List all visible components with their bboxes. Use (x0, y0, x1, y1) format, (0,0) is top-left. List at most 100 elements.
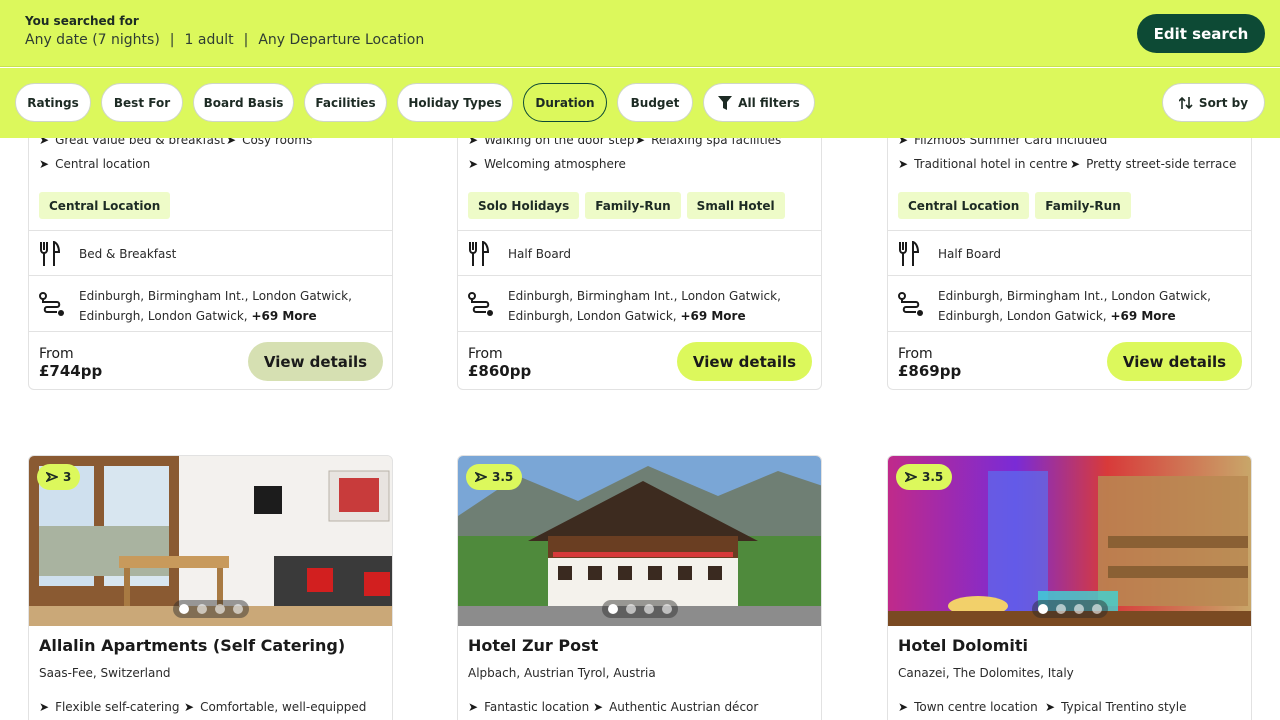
arrow-icon: ➤ (39, 700, 50, 714)
funnel-icon (718, 95, 733, 110)
airports-line: Edinburgh, London Gatwick, (508, 309, 677, 323)
hotel-name[interactable]: Hotel Dolomiti (898, 636, 1028, 655)
tag: Central Location (39, 192, 171, 219)
departure-airports: Edinburgh, Birmingham Int., London Gatwi… (39, 286, 352, 326)
feature-text: Traditional hotel in centre (914, 157, 1068, 171)
carousel-dot[interactable] (643, 604, 654, 614)
sort-by-button[interactable]: Sort by (1162, 83, 1265, 122)
search-guests: 1 adult (184, 32, 234, 48)
price-block: From £744pp (39, 346, 102, 380)
edit-search-button[interactable]: Edit search (1137, 14, 1265, 53)
carousel-dot[interactable] (1073, 604, 1084, 614)
tag: Solo Holidays (468, 192, 580, 219)
hotel-card: 3.5 Hotel Zur Post Alpbach, Austrian Tyr… (457, 455, 822, 720)
arrow-icon: ➤ (468, 157, 479, 171)
rating-badge: 3 (37, 464, 81, 490)
carousel-dot[interactable] (232, 604, 243, 614)
arrow-icon: ➤ (898, 700, 909, 714)
hotel-photo[interactable]: 3.5 (888, 456, 1251, 626)
rating-value: 3.5 (492, 470, 514, 484)
more-airports-link[interactable]: +69 More (251, 309, 316, 323)
hotel-name[interactable]: Hotel Zur Post (468, 636, 598, 655)
view-details-button[interactable]: View details (248, 342, 383, 381)
feature-text: Typical Trentino style (1061, 700, 1187, 714)
route-icon (898, 292, 926, 324)
carousel-dot[interactable] (661, 604, 672, 614)
more-airports-link[interactable]: +69 More (680, 309, 745, 323)
rating-badge: 3.5 (896, 464, 953, 490)
filter-chip-ratings[interactable]: Ratings (15, 83, 91, 122)
price-from-label: From (468, 346, 503, 362)
arrow-icon: ➤ (468, 700, 479, 714)
feature-item: ➤ Town centre location (898, 700, 1038, 714)
hotel-card: 3.5 Hotel Dolomiti Canazei, The Dolomite… (887, 455, 1252, 720)
feature-text: Fantastic location (484, 700, 590, 714)
more-airports-link[interactable]: +69 More (1110, 309, 1175, 323)
price-block: From £860pp (468, 346, 531, 380)
carousel-dots[interactable] (1031, 600, 1108, 618)
filter-chip-budget[interactable]: Budget (617, 83, 693, 122)
cutlery-icon (39, 241, 67, 267)
divider (458, 275, 821, 276)
tag: Family-Run (585, 192, 681, 219)
feature-text: Flexible self-catering (55, 700, 180, 714)
divider (29, 230, 392, 231)
carousel-dot[interactable] (625, 604, 636, 614)
departure-airports: Edinburgh, Birmingham Int., London Gatwi… (468, 286, 781, 326)
filter-chip-best-for[interactable]: Best For (101, 83, 183, 122)
price-from-label: From (39, 346, 74, 362)
arrow-icon: ➤ (1070, 157, 1081, 171)
search-results-page: ➤ Great value bed & breakfast ➤ Cosy rooms… (0, 0, 1280, 720)
departure-airports: Edinburgh, Birmingham Int., London Gatwi… (898, 286, 1211, 326)
search-summary-label: You searched for (25, 14, 139, 28)
board-basis: Half Board (898, 239, 1001, 269)
filter-chip-facilities[interactable]: Facilities (304, 83, 387, 122)
rating-badge: 3.5 (466, 464, 523, 490)
carousel-dot[interactable] (1037, 604, 1048, 614)
board-basis: Bed & Breakfast (39, 239, 176, 269)
feature-text: Town centre location (914, 700, 1038, 714)
carousel-dot[interactable] (178, 604, 189, 614)
board-label: Half Board (508, 247, 572, 261)
view-details-button[interactable]: View details (677, 342, 812, 381)
all-filters-button[interactable]: All filters (703, 83, 815, 122)
carousel-dots[interactable] (601, 600, 678, 618)
hotel-photo[interactable]: 3.5 (458, 456, 821, 626)
airports-line: Edinburgh, London Gatwick, (938, 309, 1107, 323)
feature-item: ➤ Central location (39, 157, 150, 171)
search-summary: Any date (7 nights) | 1 adult | Any Depa… (25, 32, 424, 48)
rating-value: 3.5 (922, 470, 944, 484)
board-basis: Half Board (468, 239, 571, 269)
feature-item: ➤ Typical Trentino style (1045, 700, 1186, 714)
carousel-dot[interactable] (1055, 604, 1066, 614)
feature-text: Welcoming atmosphere (484, 157, 626, 171)
divider (888, 275, 1251, 276)
view-details-button[interactable]: View details (1107, 342, 1242, 381)
feature-item: ➤ Flexible self-catering (39, 700, 179, 714)
feature-item: ➤ Authentic Austrian décor (593, 700, 758, 714)
divider (458, 331, 821, 332)
cutlery-icon (898, 241, 926, 267)
feature-item: ➤ Pretty street-side terrace (1070, 157, 1236, 171)
filter-chip-board-basis[interactable]: Board Basis (193, 83, 294, 122)
carousel-dot[interactable] (196, 604, 207, 614)
hotel-photo[interactable]: 3 (29, 456, 392, 626)
search-departure: Any Departure Location (258, 32, 425, 48)
arrow-icon: ➤ (593, 700, 604, 714)
filter-chip-duration[interactable]: Duration (523, 83, 607, 122)
price-block: From £869pp (898, 346, 961, 380)
airports-line: Edinburgh, London Gatwick, (79, 309, 248, 323)
hotel-name[interactable]: Allalin Apartments (Self Catering) (39, 636, 345, 655)
price-from-label: From (898, 346, 933, 362)
carousel-dot[interactable] (1091, 604, 1102, 614)
search-summary-bar: You searched for Any date (7 nights) | 1… (0, 0, 1280, 67)
tag-list: Central Location Family-Run (898, 192, 1131, 219)
carousel-dot[interactable] (607, 604, 618, 614)
divider (29, 275, 392, 276)
tag: Small Hotel (686, 192, 785, 219)
filter-chip-holiday-types[interactable]: Holiday Types (397, 83, 513, 122)
carousel-dots[interactable] (172, 600, 249, 618)
hotel-location: Canazei, The Dolomites, Italy (898, 666, 1074, 680)
carousel-dot[interactable] (214, 604, 225, 614)
feature-item: ➤ Comfortable, well-equipped (184, 700, 366, 714)
